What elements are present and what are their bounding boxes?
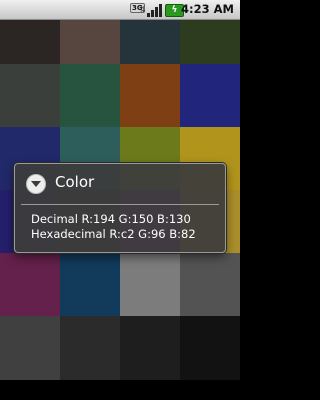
color-swatch[interactable] — [0, 64, 60, 127]
color-swatch[interactable] — [180, 64, 240, 127]
color-swatch[interactable] — [180, 316, 240, 380]
dialog-divider — [21, 204, 219, 205]
hex-value: Hexadecimal R:c2 G:96 B:82 — [31, 227, 196, 241]
network-3g-icon: 3G ⇅ — [130, 3, 146, 14]
color-swatch[interactable] — [180, 20, 240, 64]
chevron-down-icon — [26, 174, 46, 194]
status-icons: 3G ⇅ ϟ — [130, 3, 184, 17]
color-swatch[interactable] — [0, 253, 60, 316]
color-dialog: Color Decimal R:194 G:150 B:130 Hexadeci… — [14, 163, 226, 253]
signal-icon — [147, 3, 162, 17]
color-swatch[interactable] — [0, 20, 60, 64]
status-bar: 3G ⇅ ϟ 4:23 AM — [0, 0, 240, 20]
color-swatch[interactable] — [60, 20, 120, 64]
decimal-value: Decimal R:194 G:150 B:130 — [31, 212, 191, 226]
color-swatch[interactable] — [60, 253, 120, 316]
color-swatch[interactable] — [60, 64, 120, 127]
color-swatch[interactable] — [60, 316, 120, 380]
color-swatch[interactable] — [0, 316, 60, 380]
dialog-body: Decimal R:194 G:150 B:130 Hexadecimal R:… — [31, 212, 196, 242]
color-swatch[interactable] — [180, 253, 240, 316]
color-swatch[interactable] — [120, 20, 180, 64]
color-swatch[interactable] — [120, 64, 180, 127]
color-swatch[interactable] — [120, 316, 180, 380]
color-swatch[interactable] — [120, 253, 180, 316]
dialog-header: Color — [15, 164, 225, 204]
status-clock: 4:23 AM — [181, 2, 234, 16]
dialog-title: Color — [55, 173, 95, 191]
